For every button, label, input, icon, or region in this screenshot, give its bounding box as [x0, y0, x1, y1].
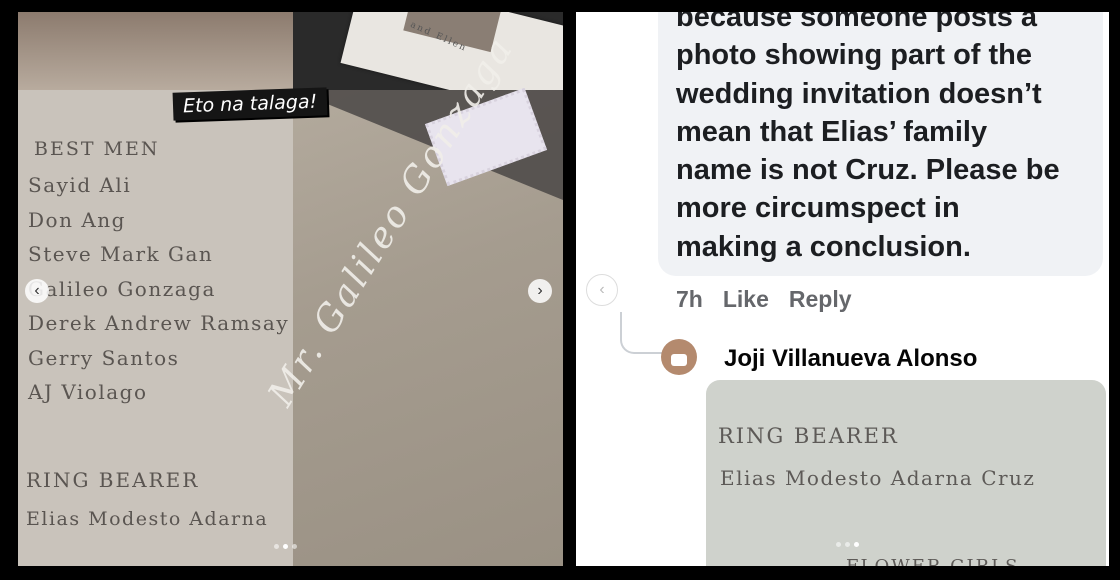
- carousel-dot: [292, 544, 297, 549]
- comment-line: wedding invitation doesn’t: [676, 77, 1042, 110]
- carousel-dot-active: [854, 542, 859, 547]
- best-man-name: Gerry Santos: [28, 345, 180, 370]
- story-caption: Eto na talaga!: [172, 87, 328, 121]
- ring-bearer-heading: RING BEARER: [26, 468, 200, 492]
- carousel-dot-active: [283, 544, 288, 549]
- comment-line: mean that Elias’ family: [676, 115, 988, 148]
- best-man-name: Galileo Gonzaga: [28, 276, 216, 301]
- carousel-dots: [836, 542, 859, 547]
- best-man-name: Sayid Ali: [28, 173, 132, 197]
- photo-top-strip: [18, 12, 293, 90]
- photo-ring-bearer-heading: RING BEARER: [718, 424, 899, 448]
- comment-time: 7h: [676, 286, 703, 312]
- comment-line: name is not Cruz. Please be: [676, 154, 1060, 187]
- left-post-image[interactable]: and Ellen BEST MEN Sayid Ali Don Ang Ste…: [18, 12, 563, 566]
- comment-line: making a conclusion.: [676, 230, 971, 263]
- best-man-name: AJ Violago: [28, 380, 148, 404]
- photo-ring-bearer-name: Elias Modesto Adarna Cruz: [720, 466, 1036, 490]
- comment-line: photo showing part of the: [676, 39, 1033, 72]
- best-man-name: Don Ang: [28, 207, 126, 232]
- reply-author-name[interactable]: Joji Villanueva Alonso: [724, 345, 977, 373]
- carousel-dot: [836, 542, 841, 547]
- carousel-dots: [274, 544, 297, 549]
- prev-arrow-icon[interactable]: ‹: [25, 279, 49, 303]
- photo-cut-text: FLOWER GIRLS: [846, 556, 1019, 566]
- prev-arrow-icon[interactable]: ‹: [586, 274, 618, 306]
- comment-text: because someone posts a photo showing pa…: [676, 12, 1101, 266]
- comment-meta: 7h Like Reply: [676, 286, 852, 313]
- right-post-image: because someone posts a photo showing pa…: [576, 12, 1109, 566]
- ring-bearer-section: RING BEARER Elias Modesto Adarna: [26, 468, 268, 530]
- best-man-name: Steve Mark Gan: [28, 242, 214, 266]
- reply-link[interactable]: Reply: [789, 286, 852, 313]
- best-men-list: BEST MEN Sayid Ali Don Ang Steve Mark Ga…: [28, 138, 289, 410]
- next-arrow-icon[interactable]: ›: [528, 279, 552, 303]
- reply-thread-line: [620, 312, 662, 354]
- avatar[interactable]: [661, 339, 697, 375]
- comment-line: because someone posts a: [676, 12, 1038, 33]
- reply-photo[interactable]: RING BEARER Elias Modesto Adarna Cruz FL…: [706, 380, 1106, 566]
- best-men-heading: BEST MEN: [34, 138, 160, 160]
- comment-line: more circumspect in: [676, 192, 960, 225]
- carousel-dot: [274, 544, 279, 549]
- best-man-name: Derek Andrew Ramsay: [28, 311, 290, 335]
- carousel-dot: [845, 542, 850, 547]
- like-link[interactable]: Like: [723, 286, 769, 313]
- ring-bearer-name: Elias Modesto Adarna: [26, 508, 269, 530]
